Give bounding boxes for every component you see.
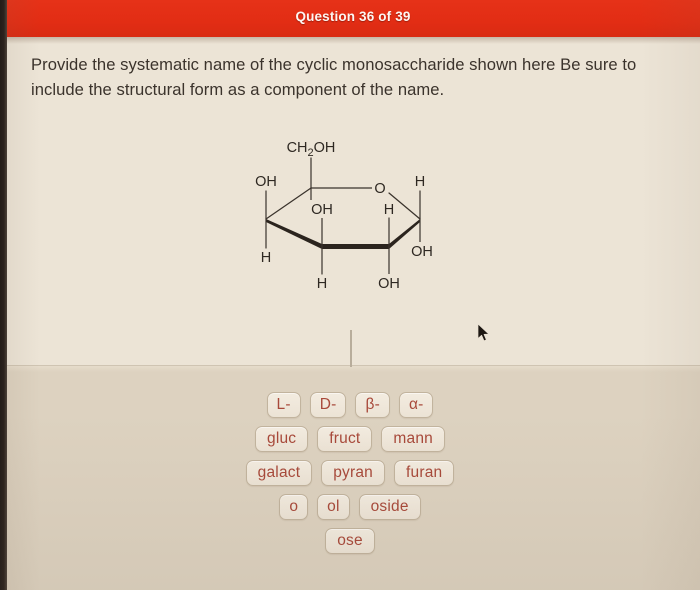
token-button-fruct[interactable]: fruct — [317, 426, 373, 452]
header-drop-shadow — [6, 37, 700, 44]
token-row-prefixes: L- D- β- α- — [0, 392, 700, 418]
token-button-ol[interactable]: ol — [317, 494, 350, 520]
haworth-projection-svg: CH2OH O OH H H OH H H OH — [250, 138, 438, 292]
token-button-pyran[interactable]: pyran — [321, 460, 385, 486]
bond-c4-to-c3 — [266, 219, 322, 249]
label-c4-h: H — [261, 250, 271, 266]
label-c1-h: H — [415, 174, 425, 190]
label-ring-oxygen: O — [374, 181, 385, 197]
monosaccharide-structure-figure: CH2OH O OH H H OH H H OH — [238, 136, 468, 296]
label-c4-oh: OH — [255, 174, 277, 190]
substituent-bonds — [265, 157, 421, 275]
answer-token-keypad: L- D- β- α- gluc fruct mann galact pyran… — [0, 392, 700, 562]
token-button-gluc[interactable]: gluc — [255, 426, 309, 452]
token-button-galact[interactable]: galact — [245, 460, 313, 486]
label-c1-oh: OH — [411, 244, 433, 260]
question-counter-title: Question 36 of 39 — [295, 9, 411, 24]
token-row-sugar-stems-1: gluc fruct mann — [0, 426, 700, 452]
answer-input-caret[interactable] — [350, 330, 352, 367]
question-page: Question 36 of 39 Provide the systematic… — [0, 0, 700, 590]
ring-front-edges — [266, 219, 420, 249]
token-button-ose[interactable]: ose — [325, 528, 375, 554]
ch2oh-oh: OH — [314, 140, 336, 156]
question-prompt: Provide the systematic name of the cycli… — [31, 52, 667, 102]
screen-bezel-left-edge — [0, 0, 7, 590]
token-button-beta-[interactable]: β- — [355, 392, 390, 418]
token-button-D-[interactable]: D- — [309, 392, 347, 418]
atom-labels: CH2OH O OH H H OH H H OH — [250, 138, 438, 292]
token-button-o[interactable]: o — [279, 494, 309, 520]
token-button-oside[interactable]: oside — [358, 494, 421, 520]
label-c2-oh: OH — [378, 276, 400, 292]
token-button-alpha-[interactable]: α- — [398, 392, 434, 418]
mouse-pointer-cursor — [477, 323, 491, 343]
ch2oh-c-h: CH — [287, 140, 308, 156]
token-button-furan[interactable]: furan — [394, 460, 455, 486]
token-button-mann[interactable]: mann — [381, 426, 445, 452]
token-row-suffixes-1: o ol oside — [0, 494, 700, 520]
label-c2-h: H — [384, 202, 394, 218]
question-header-bar: Question 36 of 39 — [6, 0, 700, 37]
token-button-L-[interactable]: L- — [266, 392, 301, 418]
bond-c3-to-c2 — [322, 244, 389, 249]
token-row-sugar-stems-2: galact pyran furan — [0, 460, 700, 486]
token-row-suffixes-2: ose — [0, 528, 700, 554]
arrow-pointer-icon — [477, 323, 490, 342]
label-c3-h: H — [317, 276, 327, 292]
bond-c5-to-c4 — [265, 187, 312, 220]
question-prompt-line-1: Provide the systematic name of the cycli… — [31, 55, 581, 74]
label-c3-oh: OH — [311, 202, 333, 218]
